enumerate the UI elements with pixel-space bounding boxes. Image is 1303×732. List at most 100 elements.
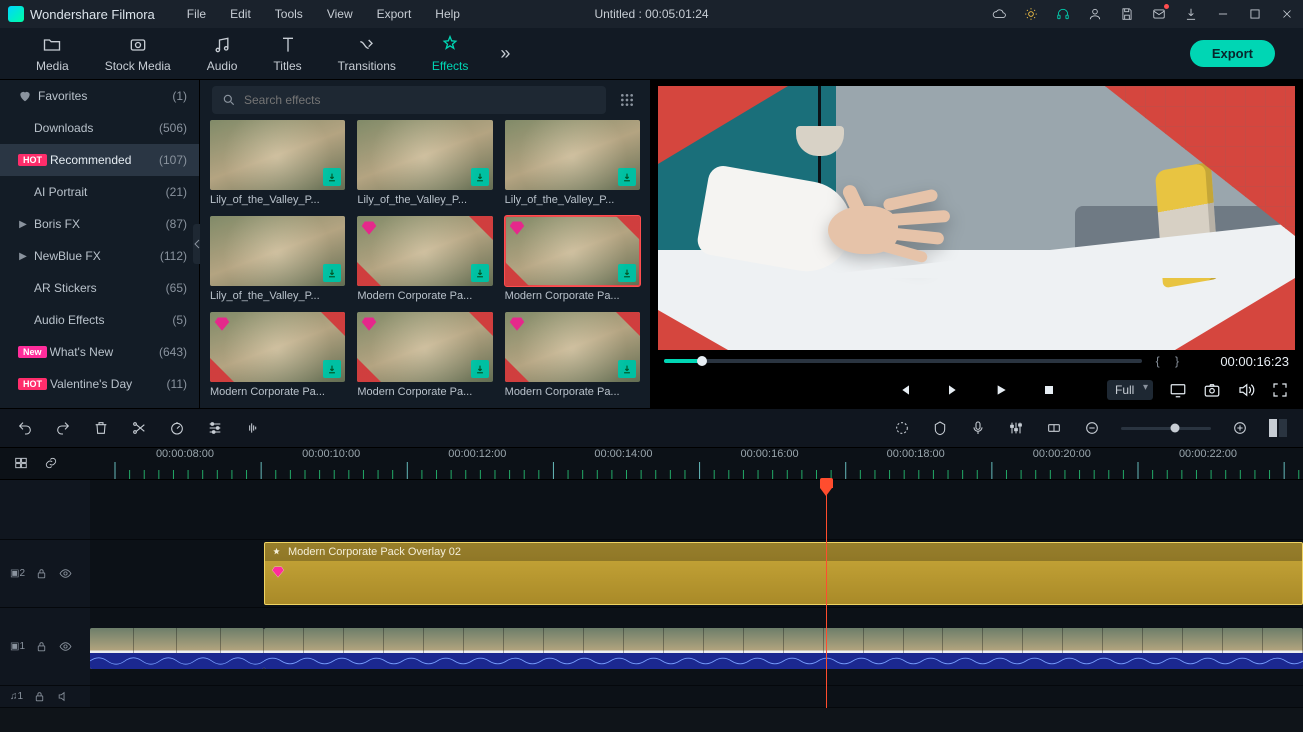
download-icon[interactable]: [471, 264, 489, 282]
mixer-icon[interactable]: [1007, 419, 1025, 437]
keyframe-icon[interactable]: [1045, 419, 1063, 437]
audio-wave-icon[interactable]: [244, 419, 262, 437]
split-icon[interactable]: [130, 419, 148, 437]
tab-audio[interactable]: Audio: [189, 35, 256, 73]
zoom-slider[interactable]: [1121, 427, 1211, 430]
tab-effects[interactable]: Effects: [414, 35, 486, 73]
menu-edit[interactable]: Edit: [220, 3, 261, 25]
message-icon[interactable]: [1151, 6, 1167, 22]
timeline-ruler[interactable]: 00:00:08:0000:00:10:0000:00:12:0000:00:1…: [90, 448, 1303, 479]
export-button[interactable]: Export: [1190, 40, 1275, 67]
range-brackets-icon[interactable]: { }: [1156, 354, 1185, 368]
download-icon[interactable]: [323, 360, 341, 378]
tab-stockmedia[interactable]: Stock Media: [87, 35, 189, 73]
effect-thumbnail[interactable]: Modern Corporate Pa...: [505, 216, 640, 302]
window-minimize-icon[interactable]: [1215, 6, 1231, 22]
download-icon[interactable]: [323, 168, 341, 186]
clip-video-a[interactable]: Telekinesis Power Effect W...: [90, 628, 264, 669]
delete-icon[interactable]: [92, 419, 110, 437]
display-icon[interactable]: [1169, 381, 1187, 399]
step-back-button[interactable]: [895, 380, 915, 400]
window-maximize-icon[interactable]: [1247, 6, 1263, 22]
category-item[interactable]: AI Portrait(21): [0, 176, 199, 208]
panel-collapse-handle[interactable]: [193, 224, 200, 264]
tab-media[interactable]: Media: [18, 35, 87, 73]
menu-file[interactable]: File: [177, 3, 216, 25]
lock-icon[interactable]: [35, 567, 49, 581]
download-icon[interactable]: [618, 168, 636, 186]
favorite-icon[interactable]: [509, 220, 525, 236]
category-item[interactable]: Favorites(1): [0, 80, 199, 112]
zoom-out-icon[interactable]: [1083, 419, 1101, 437]
menu-view[interactable]: View: [317, 3, 363, 25]
preview-canvas[interactable]: [658, 86, 1295, 350]
step-fwd-button[interactable]: [943, 380, 963, 400]
redo-icon[interactable]: [54, 419, 72, 437]
stop-button[interactable]: [1039, 380, 1059, 400]
eye-icon[interactable]: [59, 640, 73, 654]
favorite-icon[interactable]: [214, 316, 230, 332]
track-size-toggle[interactable]: [1269, 419, 1287, 437]
link-icon[interactable]: [44, 456, 60, 472]
speaker-icon[interactable]: [57, 690, 71, 704]
category-item[interactable]: HOTValentine's Day(11): [0, 368, 199, 400]
speed-icon[interactable]: [168, 419, 186, 437]
category-item[interactable]: NewWhat's New(643): [0, 336, 199, 368]
clip-overlay[interactable]: Modern Corporate Pack Overlay 02: [264, 542, 1303, 605]
download-icon[interactable]: [618, 264, 636, 282]
account-icon[interactable]: [1087, 6, 1103, 22]
effect-thumbnail[interactable]: Lily_of_the_Valley_P...: [357, 120, 492, 206]
effect-thumbnail[interactable]: Lily_of_the_Valley_P...: [210, 120, 345, 206]
menu-help[interactable]: Help: [425, 3, 470, 25]
effect-thumbnail[interactable]: Modern Corporate Pa...: [357, 216, 492, 302]
category-item[interactable]: ▶Boris FX(87): [0, 208, 199, 240]
quality-select[interactable]: Full: [1107, 380, 1153, 400]
download-icon[interactable]: [323, 264, 341, 282]
fullscreen-icon[interactable]: [1271, 381, 1289, 399]
adjust-icon[interactable]: [206, 419, 224, 437]
clip-video-b[interactable]: Telekinesis Power Effect Wondershare Fil…: [264, 628, 1303, 669]
snapshot-icon[interactable]: [1203, 381, 1221, 399]
effect-thumbnail[interactable]: Modern Corporate Pa...: [357, 312, 492, 398]
headphones-icon[interactable]: [1055, 6, 1071, 22]
tab-transitions[interactable]: Transitions: [320, 35, 414, 73]
favorite-icon[interactable]: [509, 316, 525, 332]
save-icon[interactable]: [1119, 6, 1135, 22]
download-icon[interactable]: [618, 360, 636, 378]
grid-view-toggle-icon[interactable]: [616, 89, 638, 111]
effects-search[interactable]: [212, 86, 606, 114]
window-close-icon[interactable]: [1279, 6, 1295, 22]
marker-icon[interactable]: [931, 419, 949, 437]
record-vo-icon[interactable]: [969, 419, 987, 437]
effect-thumbnail[interactable]: Modern Corporate Pa...: [505, 312, 640, 398]
effect-thumbnail[interactable]: Lily_of_the_Valley_P...: [210, 216, 345, 302]
download-icon[interactable]: [471, 168, 489, 186]
render-icon[interactable]: [893, 419, 911, 437]
category-item[interactable]: HOTRecommended(107): [0, 144, 199, 176]
play-button[interactable]: [991, 380, 1011, 400]
download-icon[interactable]: [1183, 6, 1199, 22]
category-item[interactable]: Downloads(506): [0, 112, 199, 144]
lock-icon[interactable]: [35, 640, 49, 654]
category-item[interactable]: AR Stickers(65): [0, 272, 199, 304]
undo-icon[interactable]: [16, 419, 34, 437]
sun-icon[interactable]: [1023, 6, 1039, 22]
zoom-in-icon[interactable]: [1231, 419, 1249, 437]
favorite-icon[interactable]: [361, 220, 377, 236]
tab-titles[interactable]: Titles: [255, 35, 319, 73]
category-item[interactable]: ▶NewBlue FX(112): [0, 240, 199, 272]
menu-export[interactable]: Export: [367, 3, 422, 25]
category-item[interactable]: Audio Effects(5): [0, 304, 199, 336]
cloud-icon[interactable]: [991, 6, 1007, 22]
effect-thumbnail[interactable]: Modern Corporate Pa...: [210, 312, 345, 398]
menu-tools[interactable]: Tools: [265, 3, 313, 25]
preview-seek-slider[interactable]: [664, 359, 1142, 363]
effect-thumbnail[interactable]: Lily_of_the_Valley_P...: [505, 120, 640, 206]
favorite-icon[interactable]: [361, 316, 377, 332]
playhead[interactable]: [826, 480, 827, 708]
search-input[interactable]: [244, 93, 596, 107]
eye-icon[interactable]: [59, 567, 73, 581]
lock-icon[interactable]: [33, 690, 47, 704]
track-manage-icon[interactable]: [14, 456, 30, 472]
tabs-more-icon[interactable]: »: [486, 43, 524, 64]
